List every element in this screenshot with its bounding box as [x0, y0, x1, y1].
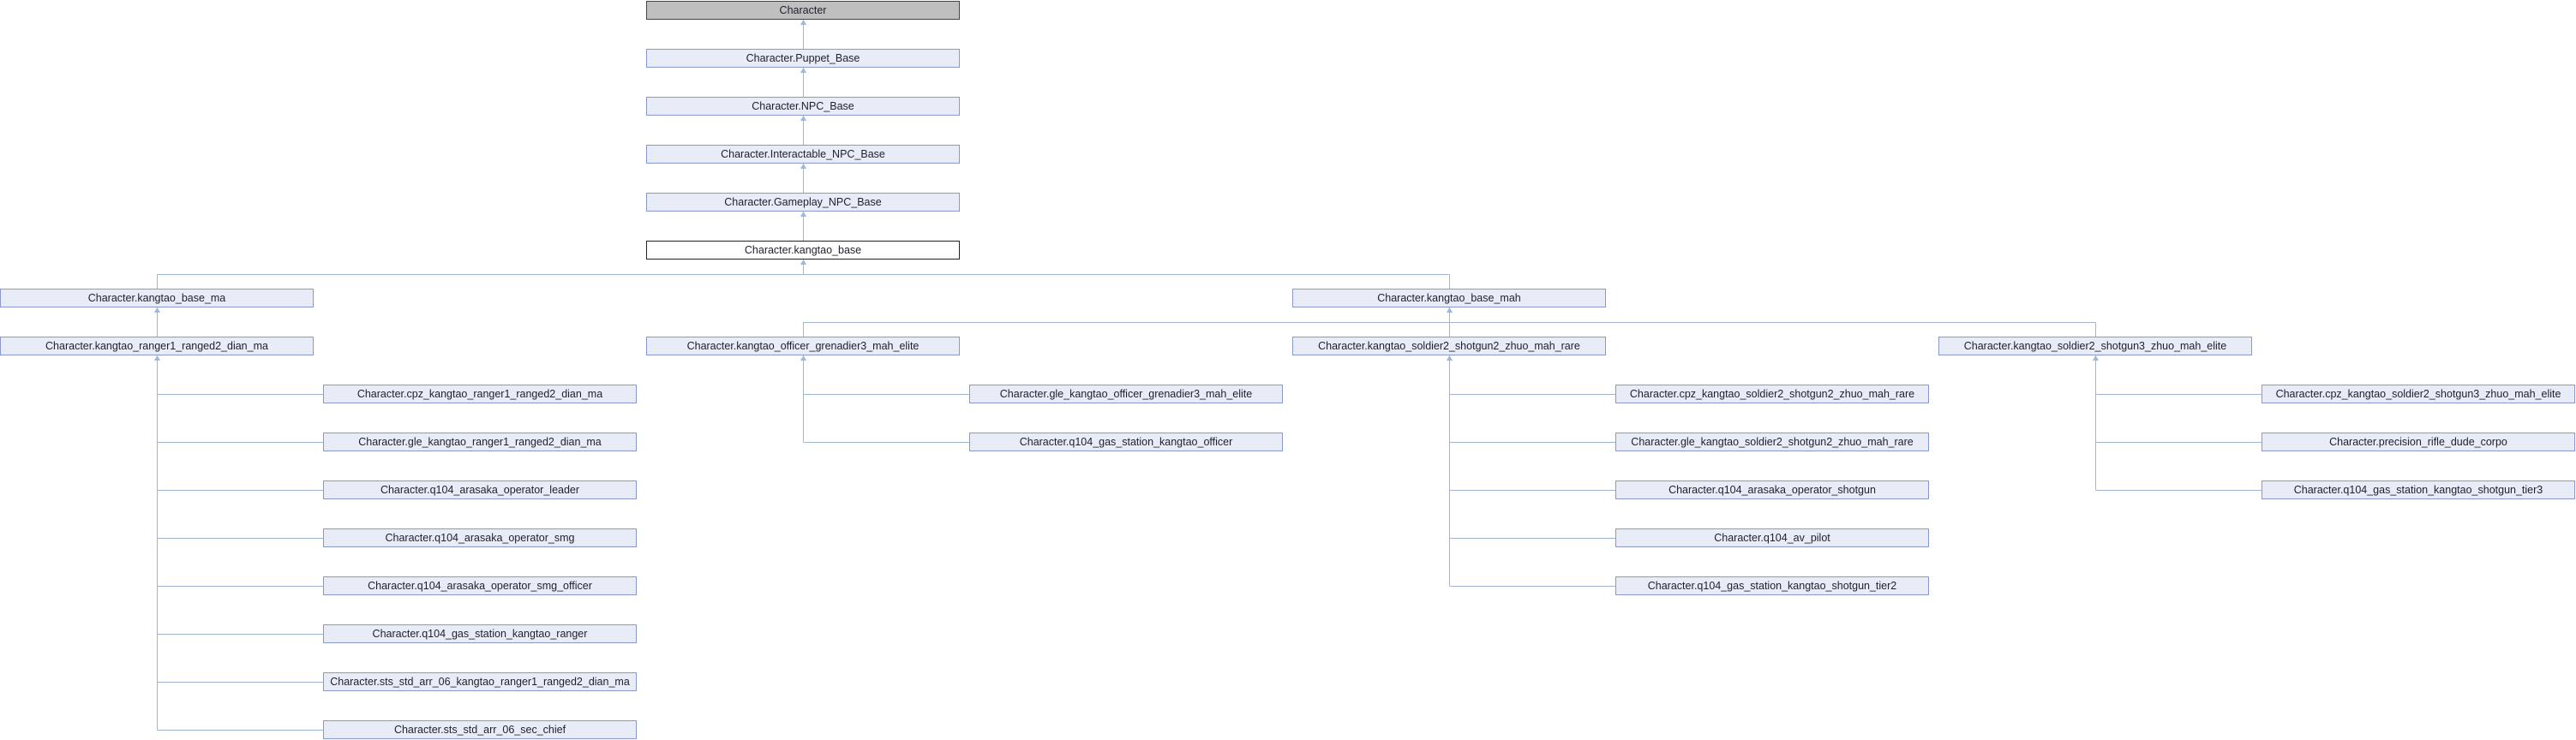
class-node-n25[interactable]: Character.q104_av_pilot: [1615, 528, 1929, 547]
arrowhead-n6: [154, 307, 160, 313]
class-node-n15[interactable]: Character.q104_arasaka_operator_smg: [323, 528, 637, 547]
class-node-n8[interactable]: Character.kangtao_ranger1_ranged2_dian_m…: [0, 337, 314, 355]
class-node-n13[interactable]: Character.gle_kangtao_ranger1_ranged2_di…: [323, 433, 637, 451]
class-node-n2[interactable]: Character.NPC_Base: [646, 97, 960, 116]
arrowhead-n8: [154, 355, 160, 361]
class-node-n9[interactable]: Character.kangtao_officer_grenadier3_mah…: [646, 337, 960, 355]
class-node-n1[interactable]: Character.Puppet_Base: [646, 49, 960, 68]
arrowhead-n11: [2093, 355, 2099, 361]
arrowhead-n10: [1447, 355, 1453, 361]
class-node-n17[interactable]: Character.q104_gas_station_kangtao_range…: [323, 624, 637, 643]
class-node-n4[interactable]: Character.Gameplay_NPC_Base: [646, 193, 960, 212]
arrowhead-n4: [800, 212, 806, 217]
class-node-n16[interactable]: Character.q104_arasaka_operator_smg_offi…: [323, 576, 637, 595]
class-node-n22[interactable]: Character.cpz_kangtao_soldier2_shotgun2_…: [1615, 385, 1929, 403]
class-node-n23[interactable]: Character.gle_kangtao_soldier2_shotgun2_…: [1615, 433, 1929, 451]
class-node-n18[interactable]: Character.sts_std_arr_06_kangtao_ranger1…: [323, 672, 637, 691]
class-node-n6[interactable]: Character.kangtao_base_ma: [0, 289, 314, 307]
class-node-n10[interactable]: Character.kangtao_soldier2_shotgun2_zhuo…: [1292, 337, 1606, 355]
class-node-n7[interactable]: Character.kangtao_base_mah: [1292, 289, 1606, 307]
arrowhead-n7: [1447, 307, 1453, 313]
class-node-n5[interactable]: Character.kangtao_base: [646, 241, 960, 260]
arrowhead-n1: [800, 68, 806, 73]
class-node-n0[interactable]: Character: [646, 1, 960, 20]
class-node-n3[interactable]: Character.Interactable_NPC_Base: [646, 145, 960, 164]
class-node-n29[interactable]: Character.q104_gas_station_kangtao_shotg…: [2261, 480, 2575, 499]
class-node-n21[interactable]: Character.q104_gas_station_kangtao_offic…: [969, 433, 1283, 451]
class-hierarchy-page: { "diagram": { "type": "class-inheritanc…: [0, 0, 2576, 740]
class-node-n26[interactable]: Character.q104_gas_station_kangtao_shotg…: [1615, 576, 1929, 595]
arrowhead-n5: [800, 260, 806, 265]
arrowhead-n9: [800, 355, 806, 361]
arrowhead-n2: [800, 116, 806, 121]
class-node-n12[interactable]: Character.cpz_kangtao_ranger1_ranged2_di…: [323, 385, 637, 403]
arrowhead-n3: [800, 164, 806, 169]
class-node-n24[interactable]: Character.q104_arasaka_operator_shotgun: [1615, 480, 1929, 499]
class-node-n28[interactable]: Character.precision_rifle_dude_corpo: [2261, 433, 2575, 451]
class-node-n19[interactable]: Character.sts_std_arr_06_sec_chief: [323, 720, 637, 739]
class-node-n11[interactable]: Character.kangtao_soldier2_shotgun3_zhuo…: [1938, 337, 2252, 355]
class-node-n27[interactable]: Character.cpz_kangtao_soldier2_shotgun3_…: [2261, 385, 2575, 403]
class-node-n20[interactable]: Character.gle_kangtao_officer_grenadier3…: [969, 385, 1283, 403]
arrowhead-n0: [800, 20, 806, 25]
class-node-n14[interactable]: Character.q104_arasaka_operator_leader: [323, 480, 637, 499]
